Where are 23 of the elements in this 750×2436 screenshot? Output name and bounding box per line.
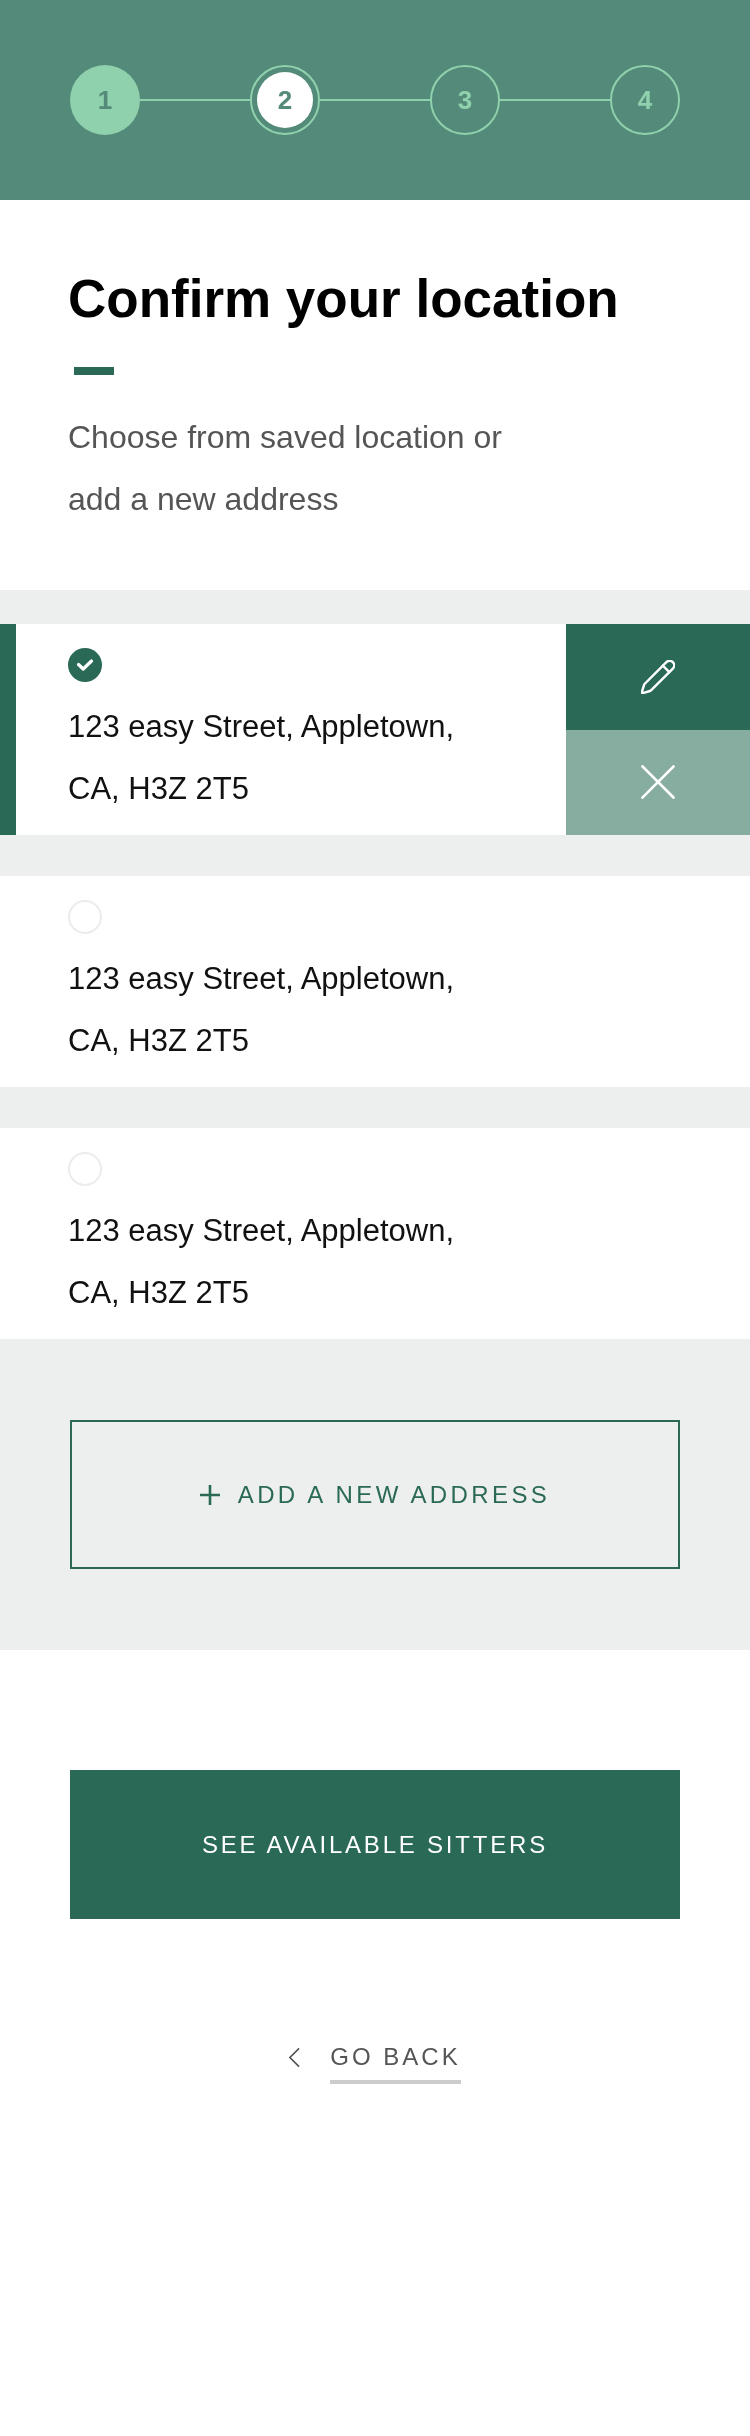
address-text: 123 easy Street, Appletown, CA, H3Z 2T5 <box>68 960 456 1060</box>
see-sitters-button[interactable]: SEE AVAILABLE SITTERS <box>70 1770 680 1919</box>
step-indicator: 1 <box>70 65 140 135</box>
plus-icon <box>199 1484 220 1505</box>
page-subtitle: Choose from saved location or add a new address <box>68 418 503 519</box>
x-icon <box>641 765 675 800</box>
address-text: 123 easy Street, Appletown, CA, H3Z 2T5 <box>68 708 456 808</box>
add-address-button[interactable]: ADD A NEW ADDRESS <box>70 1420 680 1569</box>
step-indicator: 2 <box>250 65 320 135</box>
address-text: 123 easy Street, Appletown, CA, H3Z 2T5 <box>68 1212 456 1312</box>
go-back-link[interactable]: GO BACK <box>330 2042 461 2084</box>
pencil-icon <box>641 659 675 694</box>
title-accent-bar <box>74 367 114 375</box>
step-indicator: 3 <box>430 65 500 135</box>
chevron-left-icon[interactable] <box>289 2047 301 2068</box>
edit-button[interactable] <box>566 624 750 730</box>
address-card[interactable]: 123 easy Street, Appletown, CA, H3Z 2T5 <box>0 1128 750 1339</box>
check-circle-icon[interactable] <box>68 648 102 682</box>
address-card[interactable]: 123 easy Street, Appletown, CA, H3Z 2T5 <box>0 624 750 835</box>
page-title: Confirm your location <box>68 268 620 330</box>
delete-button[interactable] <box>566 729 750 835</box>
step-indicator: 4 <box>610 65 680 135</box>
address-card[interactable]: 123 easy Street, Appletown, CA, H3Z 2T5 <box>0 876 750 1087</box>
